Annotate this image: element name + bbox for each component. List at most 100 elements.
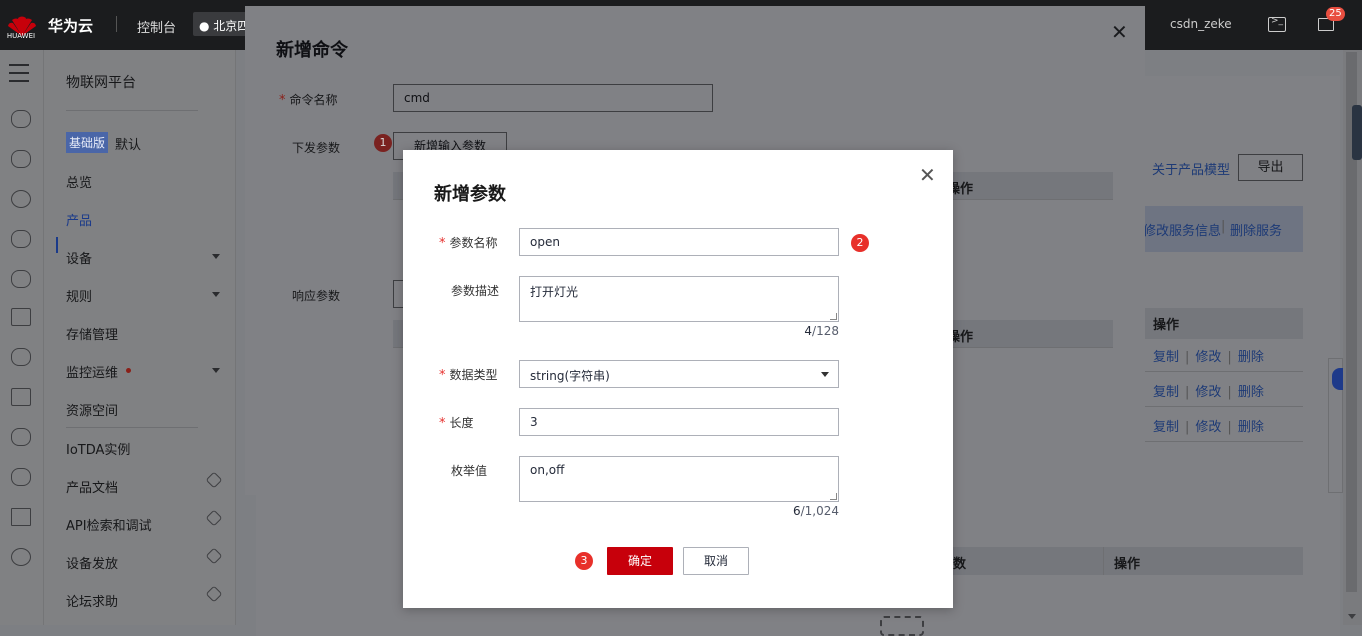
desc-max: /128 [812, 324, 839, 338]
sidebar-item-resource-space[interactable]: 资源空间 [66, 400, 118, 419]
sidebar-item-iotda-instance[interactable]: IoTDA实例 [66, 439, 130, 458]
notification-dot [126, 368, 131, 373]
external-link-icon [205, 547, 223, 565]
delete-link[interactable]: 删除 [1238, 350, 1264, 365]
sidebar-item-overview[interactable]: 总览 [66, 172, 92, 191]
data-type-select[interactable]: string(字符串) [519, 360, 839, 388]
cloud-icon[interactable] [11, 348, 31, 366]
menu-icon[interactable] [9, 64, 29, 88]
enum-char-counter: 6/1,024 [739, 504, 839, 518]
copy-link[interactable]: 复制 [1153, 420, 1179, 435]
required-marker: * [439, 368, 446, 383]
add-parameter-dialog: 新增参数 ✕ * 参数名称 open 2 参数描述 打开灯光 4/128 * 数据类… [403, 150, 953, 608]
resize-handle[interactable] [830, 493, 837, 500]
delete-link[interactable]: 删除 [1238, 420, 1264, 435]
sidebar-item-device-provisioning[interactable]: 设备发放 [66, 553, 118, 572]
row-divider [1143, 406, 1303, 407]
param-desc-textarea[interactable]: 打开灯光 [519, 276, 839, 322]
dialog-title: 新增参数 [434, 184, 506, 205]
step-badge-3: 3 [575, 552, 593, 570]
enum-value: on,off [530, 463, 565, 477]
sidebar-item-api-explorer[interactable]: API检索和调试 [66, 515, 152, 534]
data-type-value: string(字符串) [530, 369, 610, 383]
sidebar-item-product-docs[interactable]: 产品文档 [66, 477, 118, 496]
api-icon[interactable] [11, 388, 31, 406]
chevron-down-icon[interactable] [212, 368, 220, 373]
command-name-input[interactable]: cmd [393, 84, 713, 112]
document-icon[interactable] [11, 308, 31, 326]
enum-textarea[interactable]: on,off [519, 456, 839, 502]
row-divider [1143, 371, 1303, 372]
operation-column-header: 操作 [1143, 308, 1303, 339]
cloud-network-icon[interactable] [11, 428, 31, 446]
modify-service-link[interactable]: 修改服务信息 [1143, 220, 1221, 239]
length-label: * 长度 [439, 414, 474, 431]
param-name-input[interactable]: open [519, 228, 839, 256]
location-pin-icon: ● [199, 19, 214, 33]
operation-column-header: 操作 [1103, 547, 1303, 575]
about-product-model-link[interactable]: 关于产品模型 [1152, 159, 1230, 178]
modify-link[interactable]: 修改 [1195, 350, 1221, 365]
brand-name[interactable]: 华为云 [48, 15, 93, 36]
chevron-down-icon[interactable] [212, 292, 220, 297]
logo-text: HUAWEI [6, 32, 36, 40]
chevron-down-icon [821, 372, 829, 377]
delete-link[interactable]: 删除 [1238, 385, 1264, 400]
close-icon[interactable]: ✕ [919, 165, 936, 185]
length-input[interactable]: 3 [519, 408, 839, 436]
external-link-icon [205, 471, 223, 489]
sidebar-item-forum[interactable]: 论坛求助 [66, 591, 118, 610]
divider: | [1221, 219, 1226, 234]
cloud-server-icon[interactable] [11, 110, 31, 128]
sidebar-item-device[interactable]: 设备 [66, 248, 92, 267]
user-name[interactable]: csdn_zeke [1170, 17, 1232, 31]
modify-link[interactable]: 修改 [1195, 385, 1221, 400]
required-marker: * [439, 416, 446, 431]
cloud-storage-icon[interactable] [11, 270, 31, 288]
copy-link[interactable]: 复制 [1153, 350, 1179, 365]
edition-default-label[interactable]: 默认 [115, 134, 141, 153]
desc-count: 4 [804, 324, 813, 338]
sidebar-item-rules[interactable]: 规则 [66, 286, 92, 305]
cloud-shell-icon[interactable] [1268, 16, 1286, 32]
region-label: 北京四 [213, 19, 250, 33]
param-desc-label: 参数描述 [451, 284, 500, 298]
scroll-down-arrow[interactable] [1348, 614, 1356, 619]
external-link-icon [205, 509, 223, 527]
desc-char-counter: 4/128 [739, 324, 839, 338]
layout-icon[interactable] [11, 508, 31, 526]
close-icon[interactable]: ✕ [1111, 22, 1128, 42]
row-actions: 复制 | 修改 | 删除 [1153, 385, 1264, 400]
mail-count-badge: 25 [1326, 7, 1345, 21]
sidebar-item-storage[interactable]: 存储管理 [66, 324, 118, 343]
delete-service-link[interactable]: 删除服务 [1230, 220, 1282, 239]
step-badge-1: 1 [374, 134, 392, 152]
confirm-button[interactable]: 确定 [607, 547, 673, 575]
resize-handle[interactable] [830, 313, 837, 320]
cloud-monitor-icon[interactable] [11, 150, 31, 168]
row-actions: 复制 | 修改 | 删除 [1153, 420, 1264, 435]
globe-icon[interactable] [11, 548, 31, 566]
side-widget[interactable] [1352, 105, 1362, 160]
enum-label: 枚举值 [451, 464, 488, 478]
table-column-header: 数 [943, 547, 1103, 575]
modify-link[interactable]: 修改 [1195, 420, 1221, 435]
console-link[interactable]: 控制台 [137, 17, 176, 36]
step-badge-2: 2 [851, 234, 869, 252]
length-label-text: 长度 [449, 416, 474, 430]
copy-link[interactable]: 复制 [1153, 385, 1179, 400]
row-divider [1143, 441, 1303, 442]
divider [66, 110, 198, 111]
sidebar-item-monitoring[interactable]: 监控运维 [66, 362, 118, 381]
edition-badge[interactable]: 基础版 [66, 132, 109, 153]
cloud-database-icon[interactable] [11, 230, 31, 248]
ip-icon[interactable] [11, 190, 31, 208]
required-marker: * [279, 93, 286, 108]
sidebar-item-product[interactable]: 产品 [66, 210, 92, 229]
divider [66, 427, 198, 428]
security-icon[interactable] [11, 468, 31, 486]
export-button[interactable]: 导出 [1238, 154, 1303, 181]
command-name-label-text: 命令名称 [289, 93, 338, 107]
cancel-button[interactable]: 取消 [683, 547, 749, 575]
chevron-down-icon[interactable] [212, 254, 220, 259]
